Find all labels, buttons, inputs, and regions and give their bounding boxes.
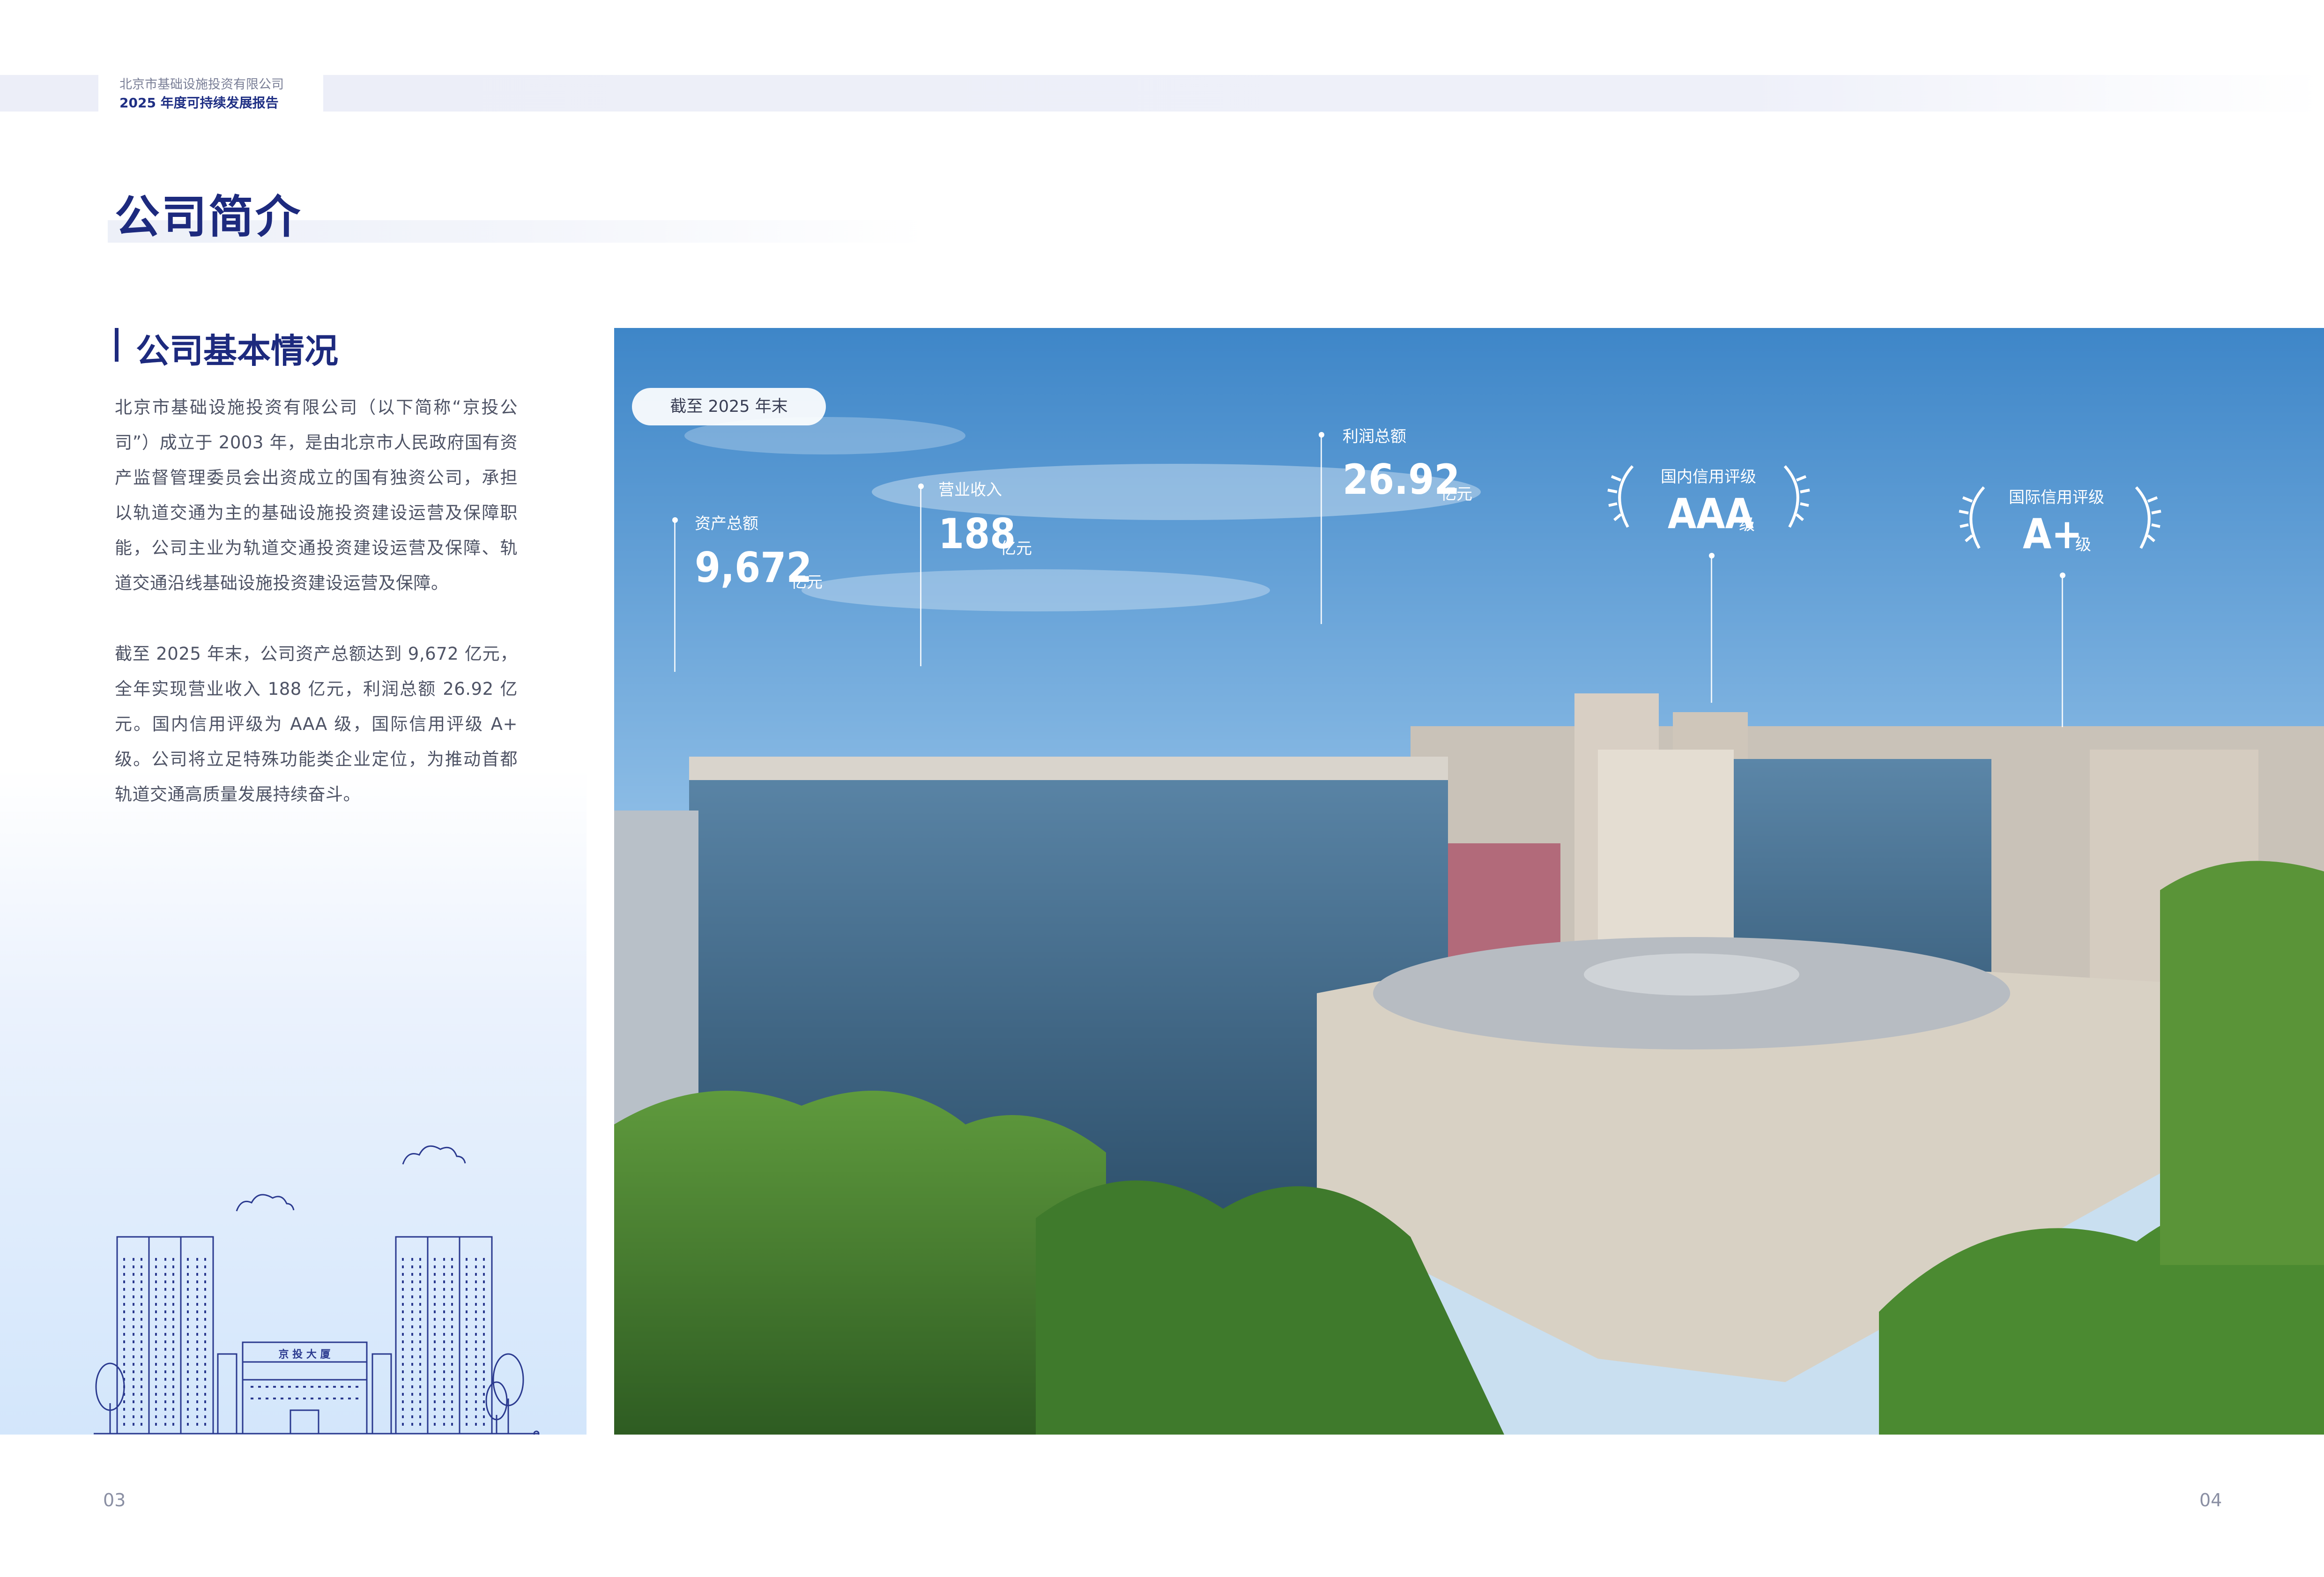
laurel-right-icon — [2129, 485, 2162, 552]
section-accent-bar — [115, 328, 119, 362]
stat-leader-line — [2062, 577, 2063, 727]
page-title: 公司简介 — [115, 191, 302, 243]
laurel-left-icon — [1958, 485, 1991, 552]
assets-label: 资产总额 — [695, 514, 758, 533]
domestic-rating-label: 国内信用评级 — [1661, 468, 1756, 486]
revenue-label: 营业收入 — [938, 481, 1002, 499]
stat-leader-line — [674, 522, 676, 672]
laurel-left-icon — [1607, 464, 1640, 531]
date-pill: 截至 2025 年末 — [632, 388, 826, 425]
page-number-left: 03 — [103, 1490, 126, 1510]
profit-unit: 亿元 — [1440, 485, 1472, 504]
stat-leader-line — [920, 488, 921, 666]
section-title: 公司基本情况 — [136, 331, 339, 371]
building-sign: 京 投 大 厦 — [278, 1349, 331, 1361]
intl-rating-label: 国际信用评级 — [2009, 488, 2104, 507]
summary-paragraph: 截至 2025 年末，公司资产总额达到 9,672 亿元，全年实现营业收入 18… — [115, 644, 518, 804]
intl-rating-value: A+ — [2023, 510, 2083, 558]
domestic-rating-unit: 级 — [1739, 515, 1755, 534]
stat-leader-line — [1321, 437, 1322, 624]
header-report-title: 2025 年度可持续发展报告 — [119, 95, 279, 111]
header-band — [0, 75, 2324, 112]
profit-label: 利润总额 — [1343, 427, 1406, 446]
page-number-right: 04 — [2199, 1490, 2222, 1510]
header-company-name: 北京市基础设施投资有限公司 — [119, 77, 284, 92]
revenue-unit: 亿元 — [1000, 539, 1032, 558]
laurel-right-icon — [1778, 464, 1811, 531]
stat-leader-line — [1711, 558, 1712, 703]
intro-paragraph: 北京市基础设施投资有限公司（以下简称“京投公司”）成立于 2003 年，是由北京… — [115, 397, 518, 593]
building-illustration: 京 投 大 厦 — [94, 1117, 553, 1437]
intl-rating-unit: 级 — [2075, 536, 2091, 554]
assets-unit: 亿元 — [791, 573, 823, 592]
